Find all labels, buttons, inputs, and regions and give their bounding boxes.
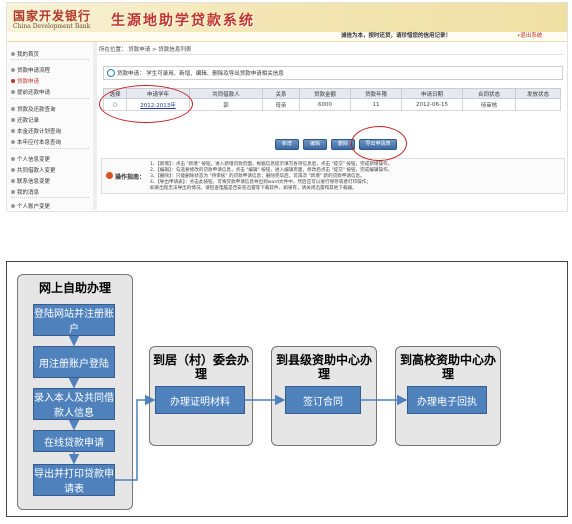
nav-item-home[interactable]: 我的首页 xyxy=(11,50,39,58)
bullet-icon xyxy=(11,168,15,172)
bullet-icon xyxy=(11,52,15,56)
system-title: 生源地助学贷款系统 xyxy=(111,13,255,29)
row-co-borrower: 郭 xyxy=(189,98,263,111)
nav-item-annual-interest[interactable]: 本年应付本息查询 xyxy=(11,138,61,146)
nav-divider xyxy=(11,197,89,198)
bullet-icon xyxy=(11,118,15,122)
guide-label: 操作指南： xyxy=(115,174,146,181)
bullet-icon xyxy=(11,204,15,208)
col-header-release-status: 发放状态 xyxy=(515,88,561,99)
bullet-icon xyxy=(11,140,15,144)
nav-item-loan-apply[interactable]: 贷款申请 xyxy=(11,77,39,85)
bank-logo-english: China Development Bank xyxy=(13,23,91,30)
breadcrumb: 所在位置： 贷款申请 > 贷款信息列表 xyxy=(99,47,192,53)
bullet-icon xyxy=(11,107,15,111)
col-header-contract-status: 合同状态 xyxy=(462,88,516,99)
slogan-strip xyxy=(7,32,567,42)
nav-item-co-borrower[interactable]: 共同借款人变更 xyxy=(11,166,56,174)
row-release-status xyxy=(515,98,561,111)
sidebar-nav: 我的首页 贷款申请流程 贷款申请 提前还款申请 贷款及还款查询 还款记录 本金还… xyxy=(7,42,94,210)
info-text: 贷款申请： 学生可录用、新增、编辑、删除及导出贷款申请相关信息 xyxy=(117,71,284,77)
highlight-ring-export xyxy=(351,126,407,161)
nav-divider xyxy=(11,148,89,149)
guide-line: 如果出现无法导出的情况，请检查电脑是否安装迅雷等下载软件，如果有，请关闭迅雷和其… xyxy=(150,186,357,191)
row-relation: 母亲 xyxy=(262,98,300,111)
nav-item-loan-query[interactable]: 贷款及还款查询 xyxy=(11,105,56,113)
nav-item-personal-info[interactable]: 个人信息变更 xyxy=(11,155,50,163)
col-header-date: 申请日期 xyxy=(401,88,463,99)
bank-logo: 国家开发银行 xyxy=(13,9,92,23)
exit-link[interactable]: •退出系统 xyxy=(517,32,542,41)
nav-item-early-repay[interactable]: 提前还款申请 xyxy=(11,88,50,96)
nav-item-repay-plan[interactable]: 本金还款计划查询 xyxy=(11,127,61,135)
col-header-term: 贷款年限 xyxy=(350,88,402,99)
col-header-co-borrower: 共同借款人 xyxy=(189,88,263,99)
process-flowchart: 网上自助办理 登陆网站并注册账户 用注册账户登陆 录入本人及共同借款人信息 在线… xyxy=(6,261,568,517)
arrow-to-village xyxy=(115,394,156,481)
bullet-icon xyxy=(11,157,15,161)
nav-item-contact-info[interactable]: 联系信息变更 xyxy=(11,177,50,185)
nav-item-loan-process[interactable]: 贷款申请流程 xyxy=(11,66,50,74)
row-amount: 6000 xyxy=(299,98,351,111)
bullet-icon xyxy=(11,90,15,94)
loan-system-screenshot: 国家开发银行 China Development Bank 生源地助学贷款系统 … xyxy=(6,2,568,212)
nav-divider xyxy=(11,59,89,60)
bullet-icon xyxy=(11,79,15,83)
add-button[interactable]: 新增 xyxy=(275,139,299,150)
row-date: 2012-06-15 xyxy=(401,98,463,111)
edit-button[interactable]: 编辑 xyxy=(303,139,327,150)
nav-item-messages[interactable]: 我的消息 xyxy=(11,188,39,196)
slogan-text: 诚信为本，按时还贷，请珍惜您的信用记录！ xyxy=(341,33,452,39)
nav-item-repay-records[interactable]: 还款记录 xyxy=(11,116,39,124)
operation-guide: 操作指南： 1、【新增】：点击 "新增" 按钮，进入新增贷款页面，根据信息提示填… xyxy=(101,158,565,194)
guide-icon xyxy=(106,172,113,179)
bullet-icon xyxy=(11,129,15,133)
info-icon xyxy=(107,69,115,77)
sidebar-scrollbar[interactable] xyxy=(93,42,97,210)
bullet-icon xyxy=(11,190,15,194)
nav-item-account-change[interactable]: 个人账户变更 xyxy=(11,202,50,210)
col-header-amount: 贷款金额 xyxy=(299,88,351,99)
bullet-icon xyxy=(11,68,15,72)
breadcrumb-divider xyxy=(97,54,563,55)
col-header-relation: 关系 xyxy=(262,88,300,99)
flow-arrows xyxy=(68,336,408,481)
info-box: 贷款申请： 学生可录用、新增、编辑、删除及导出贷款申请相关信息 xyxy=(103,66,563,80)
row-term: 11 xyxy=(350,98,402,111)
nav-divider xyxy=(11,98,89,99)
highlight-ring-row xyxy=(99,85,193,123)
bullet-icon xyxy=(11,179,15,183)
row-contract-status: 待审核 xyxy=(462,98,516,111)
